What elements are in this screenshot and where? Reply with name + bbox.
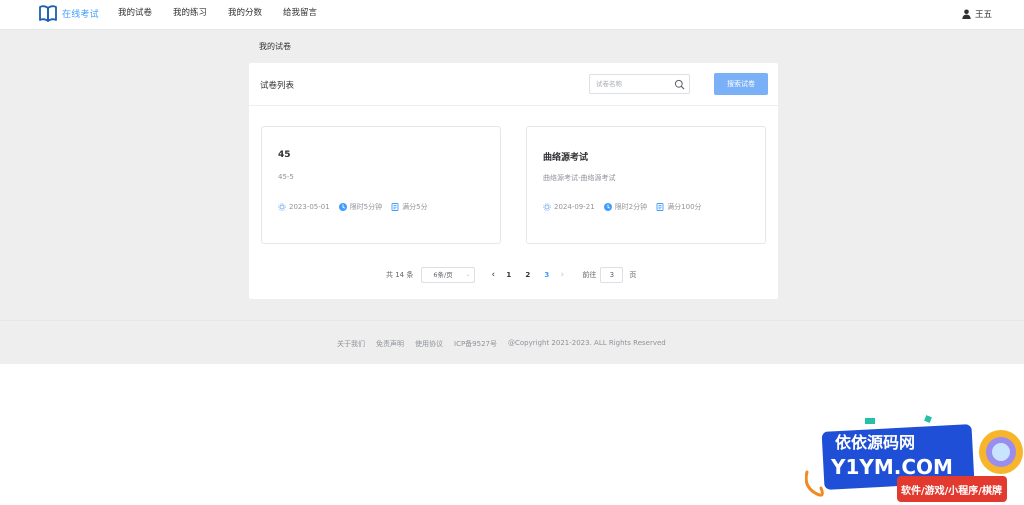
goto-suffix: 页 bbox=[629, 271, 637, 279]
user-icon bbox=[962, 9, 971, 19]
chevron-down-icon: ⌄ bbox=[465, 271, 471, 278]
sun-icon bbox=[278, 203, 286, 211]
paper-date-text: 2024-09-21 bbox=[554, 203, 595, 211]
page-size-value: 6条/页 bbox=[433, 271, 453, 279]
score-list-icon bbox=[656, 203, 664, 211]
paper-title: 45 bbox=[278, 150, 291, 160]
watermark-line2: Y1YM.COM bbox=[830, 455, 953, 479]
breadcrumb: 我的试卷 bbox=[259, 42, 291, 51]
page-number[interactable]: 2 bbox=[518, 271, 537, 279]
paper-time-limit-text: 限时5分钟 bbox=[349, 203, 383, 211]
goto-label: 前往 bbox=[582, 271, 597, 279]
footer-link-disclaimer[interactable]: 免责声明 bbox=[376, 339, 404, 349]
user-menu[interactable]: 王五 bbox=[962, 8, 992, 20]
page-number-current[interactable]: 3 bbox=[537, 271, 556, 279]
paper-date: 2023-05-01 bbox=[278, 203, 330, 211]
panel-header: 试卷列表 搜索试卷 bbox=[249, 63, 778, 106]
open-book-icon bbox=[39, 5, 57, 22]
search-box bbox=[589, 74, 690, 94]
panel-title: 试卷列表 bbox=[260, 81, 295, 91]
footer-links: 关于我们 免责声明 使用协议 ICP备9527号 @Copyright 2021… bbox=[337, 339, 677, 349]
paper-time-limit-text: 限时2分钟 bbox=[614, 203, 648, 211]
paper-description: 曲络源考试-曲络源考试 bbox=[543, 174, 616, 182]
footer: 关于我们 免责声明 使用协议 ICP备9527号 @Copyright 2021… bbox=[0, 320, 1024, 364]
footer-copyright: @Copyright 2021-2023. ALL Rights Reserve… bbox=[508, 339, 666, 347]
paper-full-score: 满分5分 bbox=[391, 202, 428, 212]
paper-card[interactable]: 曲络源考试 曲络源考试-曲络源考试 2024-09-21 限时2分钟 满分100… bbox=[526, 126, 766, 244]
main-nav: 我的试卷 我的练习 我的分数 给我留言 bbox=[118, 0, 338, 30]
nav-my-scores[interactable]: 我的分数 bbox=[228, 0, 262, 30]
search-icon[interactable] bbox=[674, 79, 685, 90]
watermark-badge: 依依源码网 Y1YM.COM 软件/游戏/小程序/棋牌 bbox=[805, 415, 1023, 502]
paper-full-score-text: 满分5分 bbox=[402, 203, 428, 211]
logo-text: 在线考试 bbox=[62, 10, 99, 20]
page-size-select[interactable]: 6条/页 ⌄ bbox=[421, 267, 476, 283]
search-button[interactable]: 搜索试卷 bbox=[714, 73, 768, 95]
paper-list-panel: 试卷列表 搜索试卷 45 45-5 2023-05-01 bbox=[249, 63, 778, 299]
paper-date: 2024-09-21 bbox=[543, 203, 595, 211]
goto-page-input[interactable]: 3 bbox=[600, 267, 624, 283]
paper-time-limit: 限时2分钟 bbox=[603, 202, 648, 212]
paper-time-limit: 限时5分钟 bbox=[338, 202, 383, 212]
footer-link-terms[interactable]: 使用协议 bbox=[415, 339, 443, 349]
search-input[interactable] bbox=[596, 78, 671, 90]
paper-meta: 2024-09-21 限时2分钟 满分100分 bbox=[543, 202, 711, 212]
paper-full-score: 满分100分 bbox=[656, 202, 702, 212]
paper-title: 曲络源考试 bbox=[543, 153, 589, 163]
paper-date-text: 2023-05-01 bbox=[289, 203, 330, 211]
nav-my-papers[interactable]: 我的试卷 bbox=[118, 0, 152, 30]
nav-my-practice[interactable]: 我的练习 bbox=[173, 0, 207, 30]
top-navbar: 在线考试 我的试卷 我的练习 我的分数 给我留言 王五 bbox=[0, 0, 1024, 30]
page-number[interactable]: 1 bbox=[499, 271, 518, 279]
paper-description: 45-5 bbox=[278, 173, 294, 181]
nav-leave-message[interactable]: 给我留言 bbox=[283, 0, 317, 30]
pagination-total: 共 14 条 bbox=[386, 271, 414, 279]
prev-page-button[interactable]: ‹ bbox=[487, 270, 499, 280]
paper-card[interactable]: 45 45-5 2023-05-01 限时5分钟 满分5分 bbox=[261, 126, 501, 244]
watermark-line3: 软件/游戏/小程序/棋牌 bbox=[901, 484, 1002, 497]
paper-meta: 2023-05-01 限时5分钟 满分5分 bbox=[278, 202, 437, 212]
pagination: 共 14 条 6条/页 ⌄ ‹ 1 2 3 › 前往 3 页 bbox=[386, 267, 636, 283]
score-list-icon bbox=[391, 203, 399, 211]
paper-full-score-text: 满分100分 bbox=[667, 203, 702, 211]
footer-link-icp[interactable]: ICP备9527号 bbox=[454, 339, 497, 349]
next-page-button[interactable]: › bbox=[556, 270, 568, 280]
sun-icon bbox=[543, 203, 551, 211]
watermark-line1: 依依源码网 bbox=[835, 433, 915, 452]
user-name: 王五 bbox=[974, 10, 992, 20]
clock-icon bbox=[603, 203, 612, 211]
footer-link-about[interactable]: 关于我们 bbox=[337, 339, 365, 349]
clock-icon bbox=[338, 203, 347, 211]
logo[interactable]: 在线考试 bbox=[39, 5, 99, 22]
